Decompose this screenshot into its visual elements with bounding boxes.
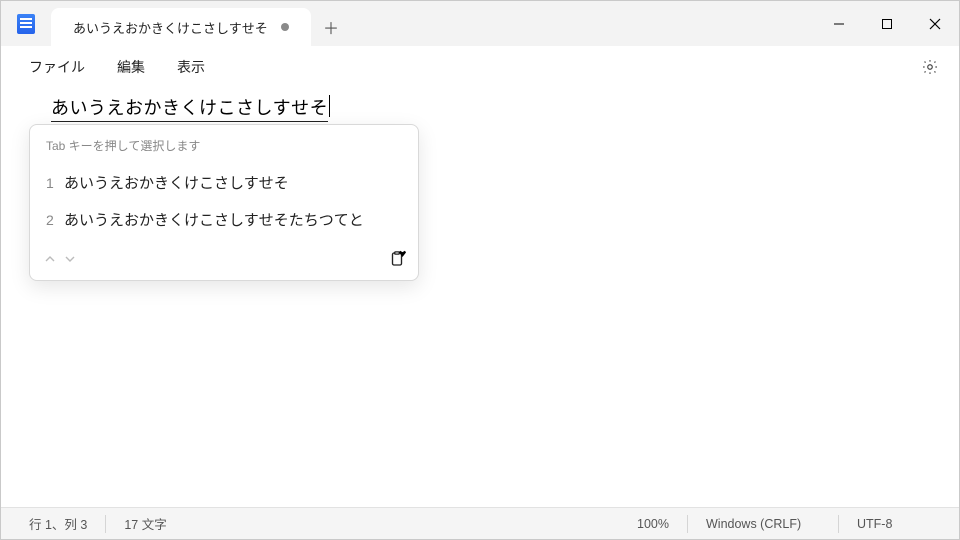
unsaved-indicator-icon	[281, 23, 289, 31]
ime-candidate[interactable]: 1 あいうえおかきくけこさしすせそ	[36, 164, 412, 201]
notepad-icon	[17, 14, 35, 34]
menu-edit[interactable]: 編集	[101, 51, 161, 83]
maximize-icon	[881, 18, 893, 30]
close-button[interactable]	[911, 1, 959, 46]
ime-hint-text: Tab キーを押して選択します	[30, 125, 418, 164]
ime-candidate-text: あいうえおかきくけこさしすせそ	[64, 172, 289, 193]
chevron-down-icon	[65, 254, 75, 264]
app-icon	[1, 1, 51, 46]
status-zoom[interactable]: 100%	[619, 508, 687, 539]
ime-candidate-list: 1 あいうえおかきくけこさしすせそ 2 あいうえおかきくけこさしすせそたちつてと	[30, 164, 418, 242]
ime-composition-text: あいうえおかきくけこさしすせそ	[51, 94, 328, 122]
status-char-count[interactable]: 17 文字	[106, 508, 184, 539]
document-tab[interactable]: あいうえおかきくけこさしすせそ	[51, 8, 311, 46]
settings-button[interactable]	[913, 50, 947, 84]
tab-strip: あいうえおかきくけこさしすせそ ＋	[51, 1, 815, 46]
close-icon	[929, 18, 941, 30]
maximize-button[interactable]	[863, 1, 911, 46]
status-position[interactable]: 行 1、列 3	[11, 508, 105, 539]
ime-footer	[30, 242, 418, 280]
ime-clipboard-button[interactable]	[386, 248, 408, 270]
gear-icon	[921, 58, 939, 76]
text-caret	[329, 95, 330, 117]
menubar: ファイル 編集 表示	[1, 46, 959, 88]
minimize-icon	[833, 18, 845, 30]
menu-file[interactable]: ファイル	[13, 51, 101, 83]
status-eol[interactable]: Windows (CRLF)	[688, 508, 838, 539]
statusbar: 行 1、列 3 17 文字 100% Windows (CRLF) UTF-8	[1, 507, 959, 539]
notepad-window: あいうえおかきくけこさしすせそ ＋ ファイル 編集 表示	[0, 0, 960, 540]
ime-candidate-window: Tab キーを押して選択します 1 あいうえおかきくけこさしすせそ 2 あいうえ…	[29, 124, 419, 281]
menu-view[interactable]: 表示	[161, 51, 221, 83]
tab-title: あいうえおかきくけこさしすせそ	[73, 18, 269, 37]
titlebar: あいうえおかきくけこさしすせそ ＋	[1, 1, 959, 46]
chevron-up-icon	[45, 254, 55, 264]
ime-next-button[interactable]	[60, 249, 80, 269]
status-encoding[interactable]: UTF-8	[839, 508, 949, 539]
new-tab-button[interactable]: ＋	[311, 8, 351, 46]
ime-candidate-text: あいうえおかきくけこさしすせそたちつてと	[64, 209, 364, 230]
window-controls	[815, 1, 959, 46]
minimize-button[interactable]	[815, 1, 863, 46]
ime-candidate-index: 2	[46, 212, 64, 228]
ime-prev-button[interactable]	[40, 249, 60, 269]
ime-candidate-index: 1	[46, 175, 64, 191]
plus-icon: ＋	[323, 15, 339, 39]
text-editor[interactable]: あいうえおかきくけこさしすせそ Tab キーを押して選択します 1 あいうえおか…	[1, 88, 959, 507]
ime-candidate[interactable]: 2 あいうえおかきくけこさしすせそたちつてと	[36, 201, 412, 238]
